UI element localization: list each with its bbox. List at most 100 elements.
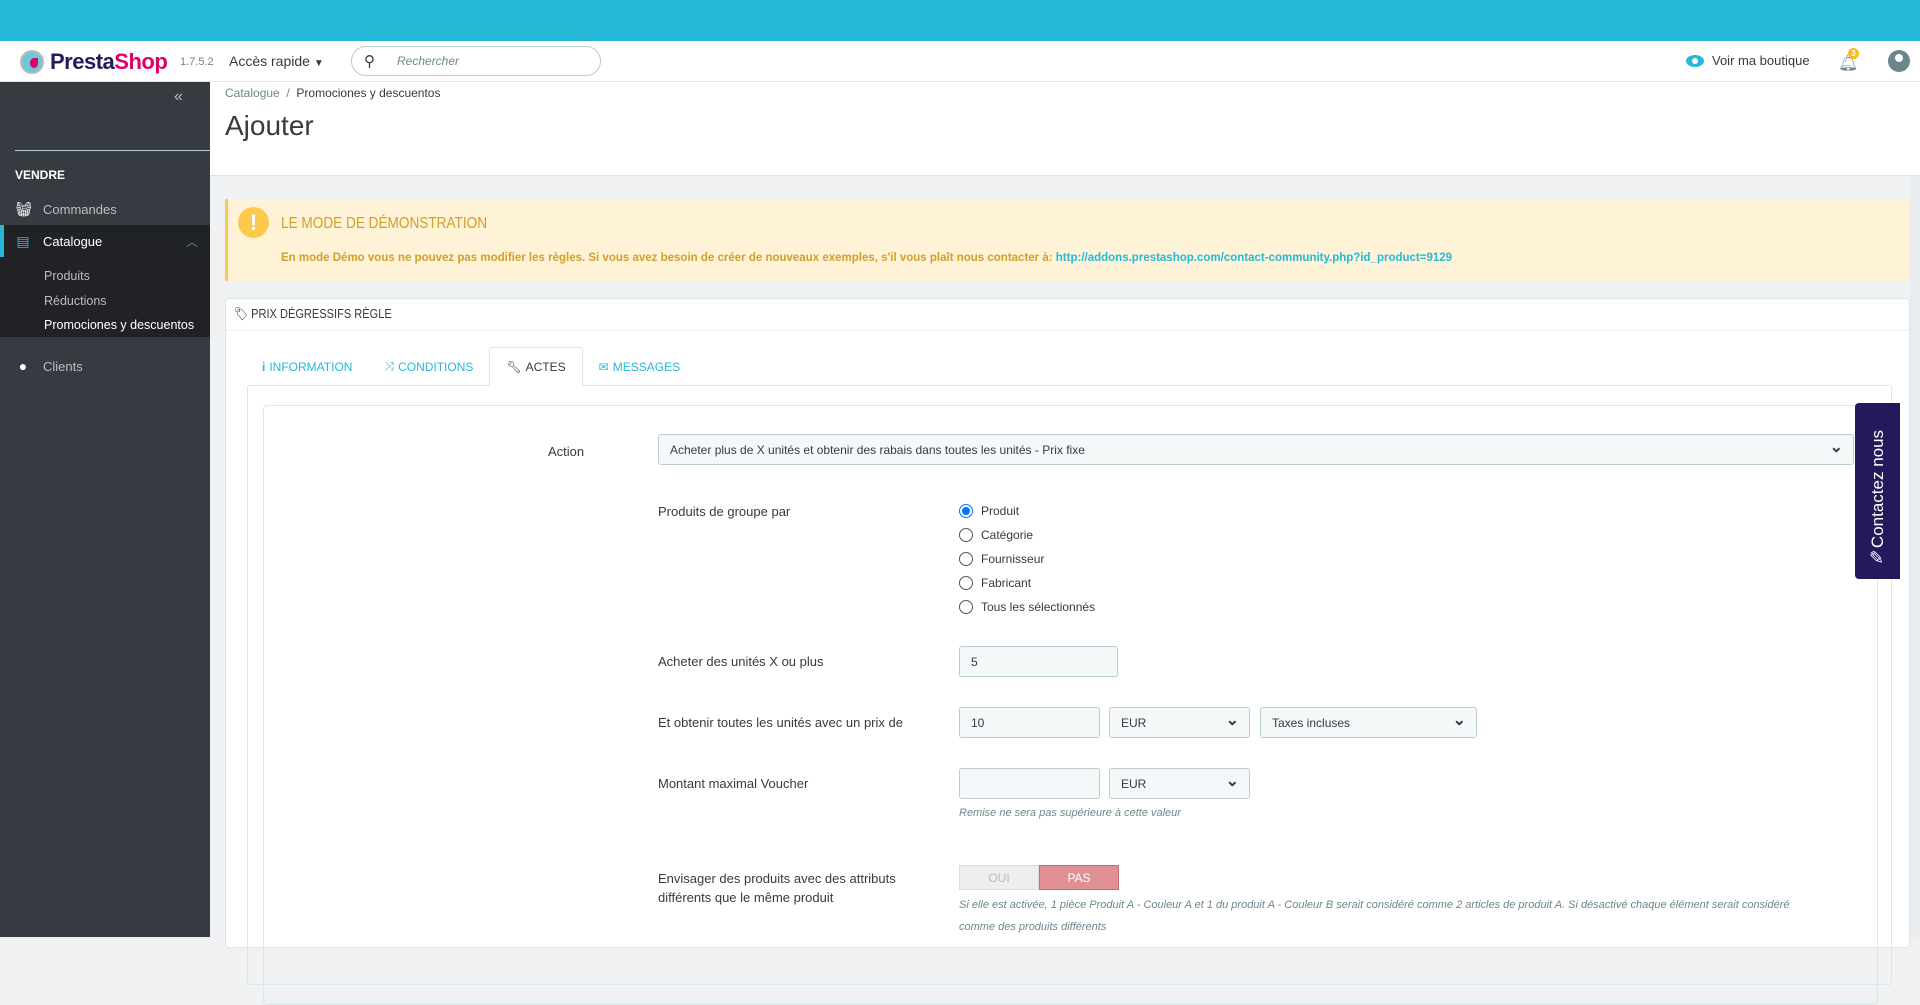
logo[interactable]: PrestaShop [20,49,168,75]
action-label: Action [548,444,585,459]
radio-unchecked [959,576,973,590]
voucher-input[interactable] [959,768,1100,799]
radio-tous[interactable]: Tous les sélectionnés [959,600,1095,614]
panel-title-text: PRIX DÉGRESSIFS RÈGLE [251,306,392,321]
quick-access-menu[interactable]: Accès rapide ▼ [229,53,324,69]
alert-message: En mode Démo vous ne pouvez pas modifier… [281,252,1452,264]
radio-fournisseur[interactable]: Fournisseur [959,552,1044,566]
toggle-oui[interactable]: OUI [959,865,1039,890]
header: PrestaShop 1.7.5.2 Accès rapide ▼ ⚲ Reche… [0,41,1920,82]
attributes-help: Si elle est activée, 1 pièce Produit A -… [959,894,1790,938]
help-line: comme des produits différents [959,921,1107,933]
units-input[interactable]: 5 [959,646,1118,677]
top-bar [0,0,1920,41]
radio-label: Catégorie [981,528,1034,542]
tax-select[interactable]: Taxes incluses [1260,707,1477,738]
price-currency-select[interactable]: EUR [1109,707,1250,738]
submenu-reductions[interactable]: Réductions [44,294,107,308]
sidebar-item-commandes[interactable]: 🧺︎ Commandes [0,193,210,225]
panel-title: 🏷︎ PRIX DÉGRESSIFS RÈGLE [234,306,392,322]
search-input[interactable]: ⚲ Rechercher [351,46,601,76]
actions-form: Action Acheter plus de X unités et obten… [263,405,1878,1005]
sidebar-item-catalogue[interactable]: ▤ Catalogue ︿ [0,225,210,257]
radio-label: Tous les sélectionnés [981,600,1096,614]
submenu-produits[interactable]: Produits [44,269,90,283]
rule-panel: 🏷︎ PRIX DÉGRESSIFS RÈGLE i INFORMATION ⤨ C… [225,298,1910,1005]
breadcrumb: Catalogue / Promociones y descuentos [225,86,440,100]
tab-content: Action Acheter plus de X unités et obten… [247,385,1892,1005]
sidebar-item-label: Catalogue [43,233,103,249]
page-header: Catalogue / Promociones y descuentos Ajo… [210,82,1920,176]
view-shop-label: Voir ma boutique [1712,53,1810,68]
sidebar-section-title: VENDRE [15,168,66,182]
price-input[interactable]: 10 [959,707,1100,738]
store-icon: ▤ [16,232,30,249]
pencil-icon: ✎ [1869,548,1885,568]
attributes-label-line: Envisager des produits avec des attribut… [658,871,896,886]
basket-icon: 🧺︎ [15,200,33,217]
quick-access-label: Accès rapide [229,53,310,69]
radio-categorie[interactable]: Catégorie [959,528,1033,542]
radio-produit[interactable]: Produit [959,504,1019,518]
breadcrumb-separator: / [286,86,290,100]
radio-unchecked [959,528,973,542]
tab-label: MESSAGES [612,359,681,374]
catalogue-submenu: Produits Réductions Promociones y descue… [0,257,210,337]
radio-fabricant[interactable]: Fabricant [959,576,1031,590]
toggle-pas[interactable]: PAS [1039,865,1119,890]
units-label: Acheter des unités X ou plus [658,654,824,669]
logo-prefix: Presta [50,49,115,74]
scrollbar[interactable] [1910,176,1920,937]
sidebar: « VENDRE 🧺︎ Commandes ▤ Catalogue ︿ Produit… [0,82,210,937]
envelope-icon: ✉ [598,359,609,374]
tag-icon: 🏷︎ [234,306,249,321]
radio-checked [959,504,973,518]
radio-unchecked [959,600,973,614]
attributes-label: Envisager des produits avec des attribut… [658,869,896,907]
radio-label: Fabricant [981,576,1032,590]
divider [226,330,1909,331]
tab-messages[interactable]: ✉ MESSAGES [583,347,696,386]
contact-label: Contactez nous [1867,429,1887,549]
breadcrumb-catalogue[interactable]: Catalogue [225,86,280,100]
demo-alert: ! LE MODE DE DÉMONSTRATION En mode Démo … [225,199,1910,281]
shuffle-icon: ⤨ [384,359,395,373]
warning-icon: ! [238,207,269,238]
action-select[interactable]: Acheter plus de X unités et obtenir des … [658,434,1854,465]
sidebar-item-label: Clients [43,358,83,374]
contact-us-tab[interactable]: Contactez nous ✎ [1855,403,1900,579]
page-title: Ajouter [225,110,314,141]
radio-unchecked [959,552,973,566]
search-icon: ⚲ [364,53,375,70]
version: 1.7.5.2 [180,56,214,68]
voucher-label: Montant maximal Voucher [658,776,809,791]
alert-title: LE MODE DE DÉMONSTRATION [281,215,488,232]
search-placeholder: Rechercher [397,54,460,68]
alert-link[interactable]: http://addons.prestashop.com/contact-com… [1056,252,1452,264]
tabs: i INFORMATION ⤨ CONDITIONS 🔧︎ ACTES ✉ MESSAG… [246,347,696,386]
price-label: Et obtenir toutes les unités avec un pri… [658,715,903,730]
breadcrumb-current: Promociones y descuentos [296,86,441,100]
info-icon: i [262,359,266,374]
collapse-sidebar-icon[interactable]: « [174,88,183,106]
attributes-label-line: différents que le même produit [658,890,834,905]
sidebar-item-label: Commandes [43,201,117,217]
tab-actes[interactable]: 🔧︎ ACTES [489,347,583,386]
tab-information[interactable]: i INFORMATION [246,347,368,386]
sidebar-item-clients[interactable]: ● Clients [0,350,210,382]
submenu-promociones[interactable]: Promociones y descuentos [44,318,194,332]
wrench-icon: 🔧︎ [506,359,522,374]
notification-badge: 3 [1848,48,1859,59]
chevron-up-icon: ︿ [185,234,198,249]
logo-icon [20,50,44,74]
radio-label: Fournisseur [981,552,1045,566]
radio-label: Produit [981,504,1020,518]
view-shop-link[interactable]: Voir ma boutique [1686,53,1810,68]
caret-down-icon: ▼ [313,58,324,69]
user-avatar[interactable] [1888,50,1910,72]
voucher-help: Remise ne sera pas supérieure à cette va… [959,807,1181,819]
voucher-currency-select[interactable]: EUR [1109,768,1250,799]
tab-conditions[interactable]: ⤨ CONDITIONS [368,347,489,386]
eye-icon [1686,54,1704,67]
logo-suffix: Shop [114,49,168,74]
